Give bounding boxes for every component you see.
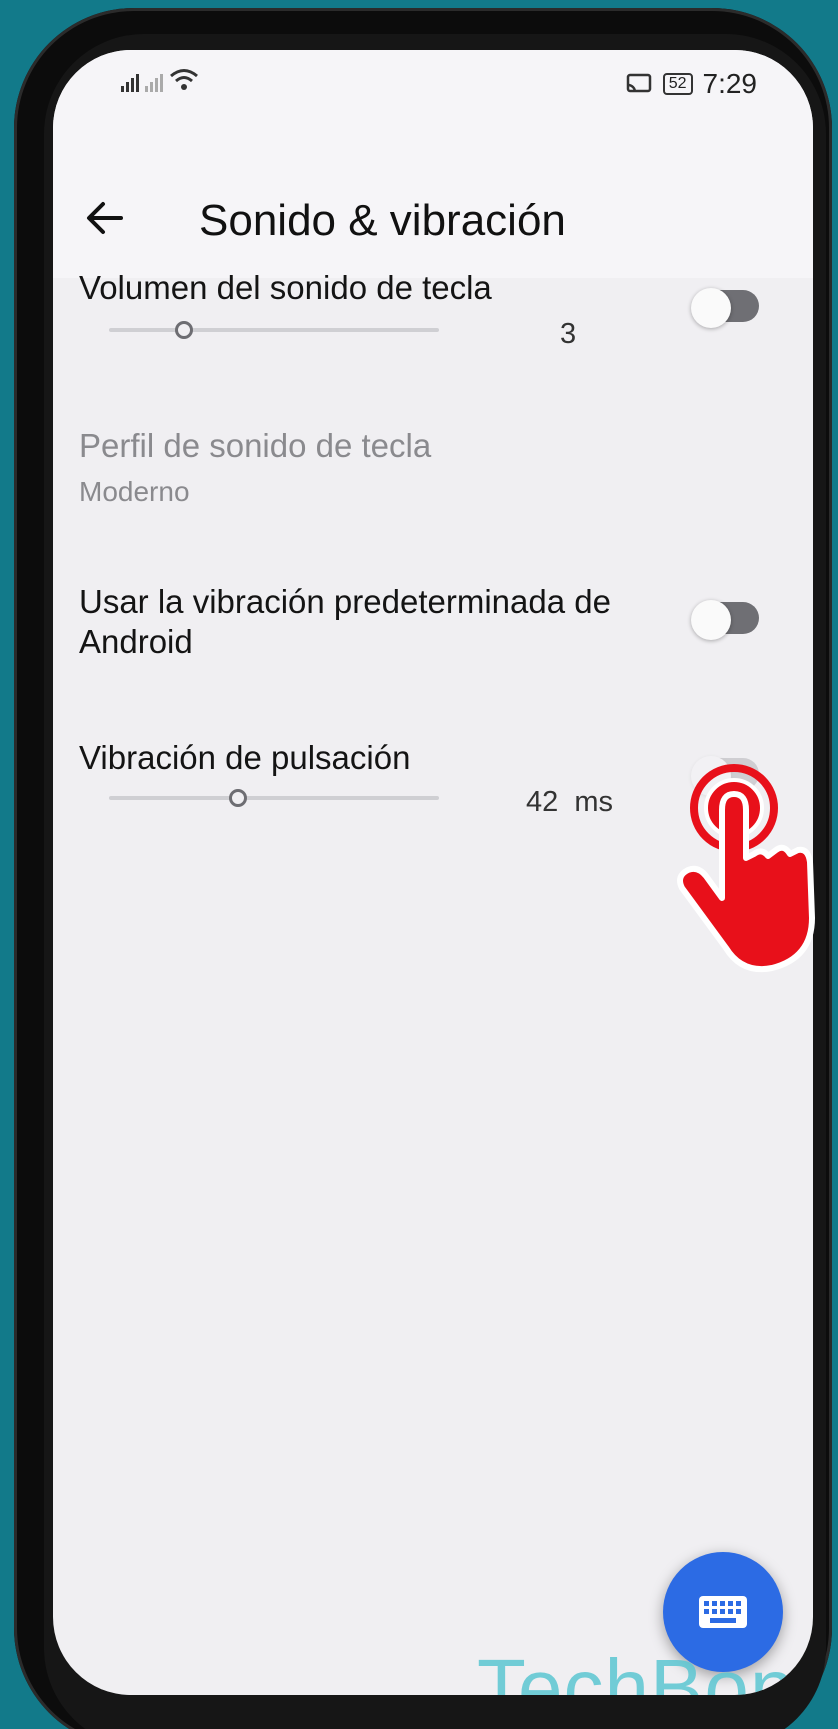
cast-icon bbox=[626, 73, 651, 93]
page-title: Sonido & vibración bbox=[199, 196, 566, 245]
tap-hand-icon bbox=[677, 764, 815, 972]
slider-knob[interactable] bbox=[175, 321, 193, 339]
slider-knob[interactable] bbox=[229, 789, 247, 807]
status-left bbox=[121, 68, 199, 92]
setting-subtitle: Moderno bbox=[79, 476, 190, 507]
techbone-watermark: TechBone bbox=[477, 1643, 813, 1695]
app-header: Sonido & vibración bbox=[53, 160, 813, 278]
setting-label-line2: Android bbox=[79, 623, 193, 660]
setting-key-sound-profile[interactable]: Perfil de sonido de tecla Moderno bbox=[79, 426, 773, 508]
setting-label-line1: Usar la vibración predeterminada de bbox=[79, 583, 611, 620]
setting-android-vibration: Usar la vibración predeterminada de Andr… bbox=[79, 582, 773, 662]
slider-value: 42 bbox=[526, 786, 559, 818]
signal-bars-icon bbox=[121, 70, 139, 92]
setting-keypress-vibration: Vibración de pulsación bbox=[79, 738, 773, 778]
signal-bars-secondary-icon bbox=[145, 70, 163, 92]
toggle-thumb bbox=[691, 600, 731, 640]
slider-value: 3 bbox=[560, 318, 577, 350]
battery-level: 52 bbox=[662, 73, 693, 95]
slider-value-group: 42 ms bbox=[526, 786, 613, 819]
key-sound-volume-toggle[interactable] bbox=[691, 288, 759, 328]
setting-label: Perfil de sonido de tecla bbox=[79, 427, 432, 464]
status-bar: 52 7:29 bbox=[53, 50, 813, 160]
keyboard-icon bbox=[699, 1596, 747, 1628]
arrow-left-icon[interactable] bbox=[83, 196, 127, 240]
slider-unit: ms bbox=[574, 786, 613, 818]
setting-label: Volumen del sonido de tecla bbox=[79, 269, 492, 306]
toggle-thumb bbox=[691, 288, 731, 328]
wifi-icon bbox=[170, 69, 198, 90]
android-vibration-toggle[interactable] bbox=[691, 600, 759, 640]
status-right: 52 7:29 bbox=[625, 68, 757, 100]
keypress-vibration-slider[interactable] bbox=[109, 789, 439, 807]
setting-label: Vibración de pulsación bbox=[79, 739, 411, 776]
status-time: 7:29 bbox=[702, 68, 758, 99]
key-sound-volume-slider[interactable] bbox=[109, 321, 439, 339]
